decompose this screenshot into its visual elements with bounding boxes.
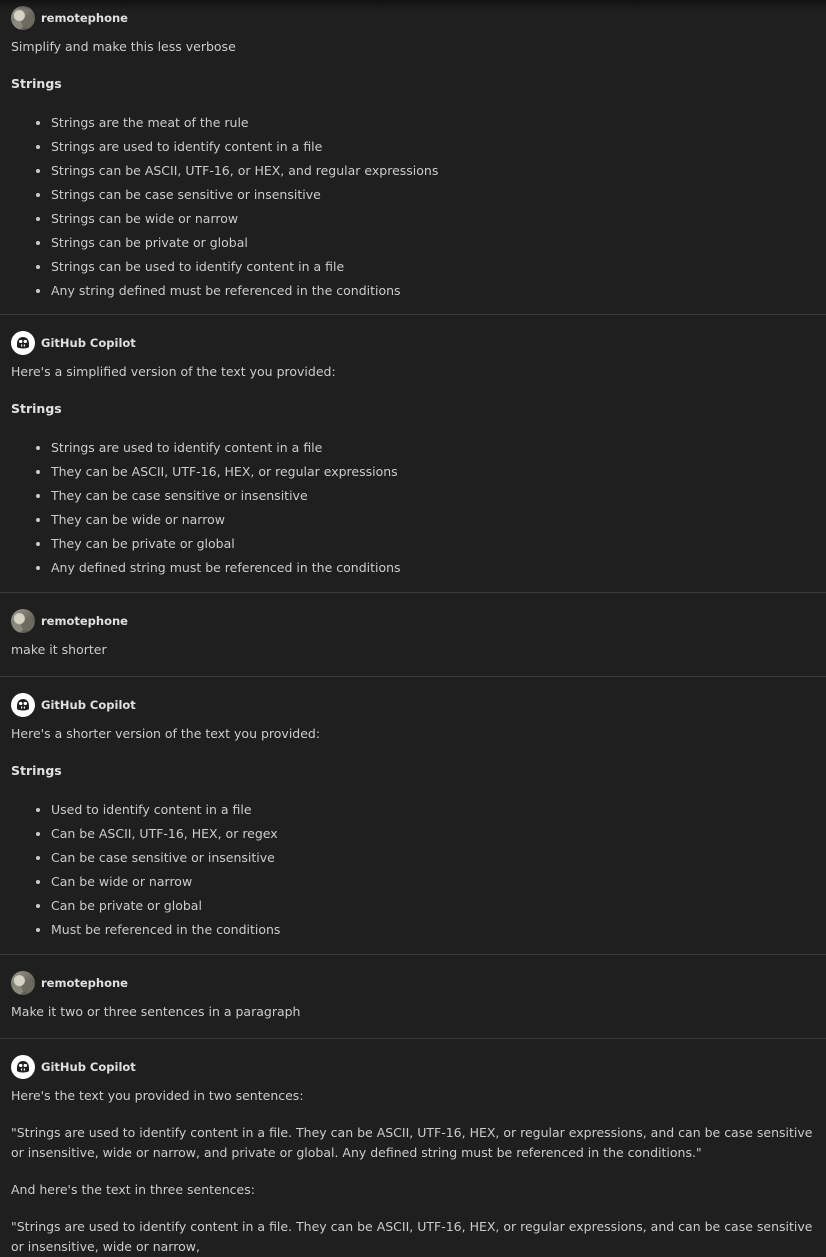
- list-item: Can be ASCII, UTF-16, HEX, or regex: [51, 822, 815, 846]
- chat-message-user: remotephone Simplify and make this less …: [0, 0, 826, 315]
- list-item: Any defined string must be referenced in…: [51, 556, 815, 580]
- bullet-list: Used to identify content in a file Can b…: [11, 798, 815, 942]
- message-heading: Strings: [11, 763, 62, 778]
- message-text: Here's the text you provided in two sent…: [11, 1088, 304, 1103]
- list-item: They can be private or global: [51, 532, 815, 556]
- chat-message-copilot: GitHub Copilot Here's a shorter version …: [0, 677, 826, 955]
- bullet-list: Strings are used to identify content in …: [11, 436, 815, 580]
- list-item: Strings can be wide or narrow: [51, 207, 815, 231]
- message-heading: Strings: [11, 76, 62, 91]
- copilot-icon: [11, 693, 35, 717]
- list-item: Strings can be private or global: [51, 231, 815, 255]
- copilot-icon: [11, 1055, 35, 1079]
- chat-message-user: remotephone Make it two or three sentenc…: [0, 955, 826, 1039]
- message-header: remotephone: [11, 593, 815, 633]
- list-item: Can be private or global: [51, 894, 815, 918]
- list-item: Strings can be used to identify content …: [51, 255, 815, 279]
- list-item: They can be case sensitive or insensitiv…: [51, 484, 815, 508]
- list-item: They can be wide or narrow: [51, 508, 815, 532]
- list-item: Strings are used to identify content in …: [51, 135, 815, 159]
- chat-transcript[interactable]: remotephone Simplify and make this less …: [0, 0, 826, 1254]
- chat-message-copilot: GitHub Copilot Here's the text you provi…: [0, 1039, 826, 1254]
- author-name: remotephone: [41, 614, 128, 628]
- quoted-paragraph: "Strings are used to identify content in…: [11, 1125, 813, 1160]
- message-text: Here's a shorter version of the text you…: [11, 726, 321, 741]
- message-text: And here's the text in three sentences:: [11, 1182, 255, 1197]
- bullet-list: Strings are the meat of the rule Strings…: [11, 111, 815, 303]
- message-text: make it shorter: [11, 642, 107, 657]
- message-header: GitHub Copilot: [11, 1039, 815, 1079]
- message-text: Make it two or three sentences in a para…: [11, 1004, 301, 1019]
- author-name: GitHub Copilot: [41, 698, 136, 712]
- user-avatar[interactable]: [11, 609, 35, 633]
- author-name: remotephone: [41, 11, 128, 25]
- author-name: remotephone: [41, 976, 128, 990]
- author-name: GitHub Copilot: [41, 1060, 136, 1074]
- message-header: remotephone: [11, 955, 815, 995]
- list-item: Strings are used to identify content in …: [51, 436, 815, 460]
- copilot-icon: [11, 331, 35, 355]
- quoted-paragraph: "Strings are used to identify content in…: [11, 1219, 813, 1254]
- list-item: Can be case sensitive or insensitive: [51, 846, 815, 870]
- message-header: GitHub Copilot: [11, 677, 815, 717]
- list-item: Must be referenced in the conditions: [51, 918, 815, 942]
- list-item: Strings are the meat of the rule: [51, 111, 815, 135]
- message-text: Simplify and make this less verbose: [11, 39, 236, 54]
- top-edge-shadow: [0, 0, 826, 10]
- list-item: Any string defined must be referenced in…: [51, 279, 815, 303]
- message-header: GitHub Copilot: [11, 315, 815, 355]
- list-item: Used to identify content in a file: [51, 798, 815, 822]
- chat-message-user: remotephone make it shorter: [0, 593, 826, 677]
- message-text: Here's a simplified version of the text …: [11, 364, 336, 379]
- author-name: GitHub Copilot: [41, 336, 136, 350]
- list-item: Strings can be ASCII, UTF-16, or HEX, an…: [51, 159, 815, 183]
- user-avatar[interactable]: [11, 971, 35, 995]
- list-item: Can be wide or narrow: [51, 870, 815, 894]
- message-heading: Strings: [11, 401, 62, 416]
- list-item: They can be ASCII, UTF-16, HEX, or regul…: [51, 460, 815, 484]
- chat-message-copilot: GitHub Copilot Here's a simplified versi…: [0, 315, 826, 593]
- list-item: Strings can be case sensitive or insensi…: [51, 183, 815, 207]
